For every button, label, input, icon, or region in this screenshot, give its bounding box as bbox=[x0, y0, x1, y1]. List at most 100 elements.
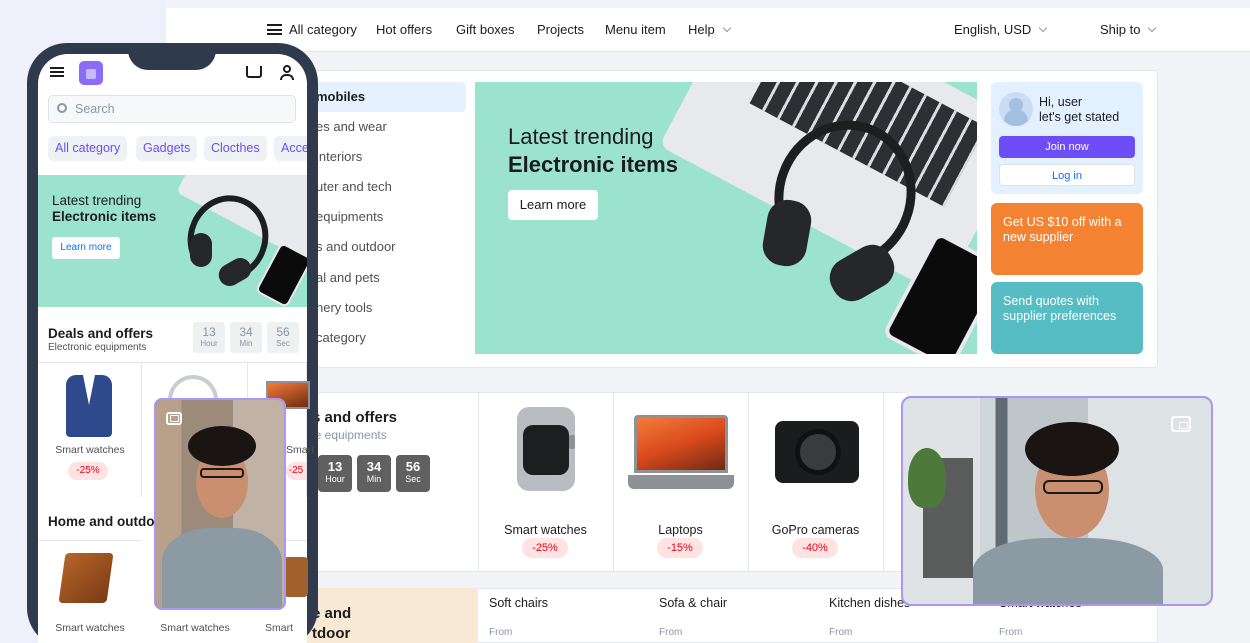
smartwatch-image bbox=[517, 407, 575, 491]
banner-line1: Latest trending bbox=[508, 124, 654, 149]
timer-value: 13 bbox=[327, 459, 343, 474]
category-item[interactable]: s and outdoor bbox=[296, 232, 466, 262]
chevron-down-icon bbox=[1148, 23, 1157, 33]
magazine-rack-image bbox=[58, 553, 114, 603]
nav-hot-offers[interactable]: Hot offers bbox=[376, 22, 432, 37]
timer-unit: Min bbox=[366, 474, 382, 484]
glasses bbox=[200, 468, 244, 478]
mobile-banner-line2: Electronic items bbox=[52, 209, 157, 224]
timer-seconds: 56 Sec bbox=[396, 455, 430, 492]
deal-name: Laptops bbox=[658, 523, 703, 537]
nav-menu-item[interactable]: Menu item bbox=[605, 22, 666, 37]
timer-unit: Sec bbox=[405, 474, 421, 484]
join-now-button[interactable]: Join now bbox=[999, 136, 1135, 158]
language-currency-select[interactable]: English, USD bbox=[954, 22, 1048, 37]
home-item-name[interactable]: Sofa & chair bbox=[659, 596, 727, 610]
chevron-down-icon bbox=[1039, 23, 1048, 33]
category-item[interactable]: category bbox=[296, 323, 466, 353]
language-label: English, USD bbox=[954, 22, 1032, 37]
mobile-home-item[interactable] bbox=[38, 540, 142, 630]
home-item-name[interactable]: Soft chairs bbox=[489, 596, 548, 610]
category-item[interactable]: mobiles bbox=[296, 82, 466, 112]
home-item-from: From bbox=[829, 627, 853, 638]
plant bbox=[908, 448, 946, 508]
blazer-image bbox=[66, 375, 112, 437]
user-icon[interactable] bbox=[280, 65, 294, 81]
mobile-video-call-window[interactable] bbox=[154, 398, 286, 610]
search-placeholder: Search bbox=[75, 102, 115, 116]
mobile-discount-badge: -25% bbox=[68, 462, 108, 480]
home-item-from: From bbox=[659, 627, 683, 638]
timer-value: 34 bbox=[239, 325, 253, 339]
timer-value: 56 bbox=[276, 325, 290, 339]
timer-value: 56 bbox=[405, 459, 421, 474]
home-item-name[interactable]: Kitchen dishes bbox=[829, 596, 910, 610]
cart-icon[interactable] bbox=[246, 66, 262, 78]
all-category-menu[interactable]: All category bbox=[267, 22, 357, 37]
mobile-home-title: Home and outdo bbox=[48, 514, 155, 529]
ship-to-select[interactable]: Ship to bbox=[1100, 22, 1157, 37]
laptop-image bbox=[634, 415, 728, 473]
mobile-home-item-name: Smart watches bbox=[55, 622, 125, 634]
deal-name: Smart watches bbox=[504, 523, 587, 537]
timer-unit: Sec bbox=[276, 339, 290, 348]
promo-card-quotes[interactable]: Send quotes with supplier preferences bbox=[991, 282, 1143, 354]
avatar bbox=[999, 92, 1033, 126]
all-category-label: All category bbox=[289, 22, 357, 37]
picture-in-picture-icon[interactable] bbox=[166, 412, 182, 425]
mobile-deal-name: Smart wa bbox=[286, 444, 316, 456]
video-call-window[interactable] bbox=[901, 396, 1213, 606]
hero-banner: Latest trending Electronic items Learn m… bbox=[475, 82, 977, 354]
deals-subtitle: ie equipments bbox=[312, 428, 387, 442]
headphone-cup bbox=[190, 233, 212, 267]
chip-clothes[interactable]: Clocthes bbox=[204, 136, 267, 161]
home-item-from: From bbox=[999, 627, 1023, 638]
timer-unit: Hour bbox=[200, 339, 218, 348]
discount-badge: -40% bbox=[792, 538, 838, 558]
home-item-from: From bbox=[489, 627, 513, 638]
camera-image bbox=[775, 421, 859, 483]
category-item[interactable]: uter and tech bbox=[296, 172, 466, 202]
chip-all-category[interactable]: All category bbox=[48, 136, 128, 161]
discount-badge: -15% bbox=[657, 538, 703, 558]
glasses bbox=[1043, 480, 1103, 494]
log-in-button[interactable]: Log in bbox=[999, 164, 1135, 186]
picture-in-picture-icon[interactable] bbox=[1171, 416, 1191, 432]
category-item[interactable]: nery tools bbox=[296, 293, 466, 323]
timer-value: 34 bbox=[366, 459, 382, 474]
promo-card-supplier[interactable]: Get US $10 off with a new supplier bbox=[991, 203, 1143, 275]
nav-gift-boxes[interactable]: Gift boxes bbox=[456, 22, 515, 37]
chip-accessories[interactable]: Acce bbox=[274, 136, 307, 161]
learn-more-button[interactable]: Learn more bbox=[508, 190, 598, 220]
chevron-down-icon bbox=[722, 23, 731, 33]
category-item[interactable]: interiors bbox=[296, 142, 466, 172]
mobile-discount-badge: -25 bbox=[286, 462, 306, 480]
mobile-search-input[interactable]: Search bbox=[48, 95, 296, 123]
mobile-deals-title: Deals and offers bbox=[48, 326, 154, 341]
category-item[interactable]: equipments bbox=[296, 202, 466, 232]
nav-projects[interactable]: Projects bbox=[537, 22, 584, 37]
mobile-timer-seconds: 56 Sec bbox=[267, 322, 299, 353]
timer-value: 13 bbox=[202, 325, 216, 339]
mobile-learn-more-button[interactable]: Learn more bbox=[52, 237, 120, 259]
category-item[interactable]: es and wear bbox=[296, 112, 466, 142]
person-shirt bbox=[973, 538, 1163, 604]
search-icon bbox=[57, 103, 67, 113]
menu-icon[interactable] bbox=[50, 67, 64, 77]
mobile-home-item-name: Smart watches bbox=[160, 622, 230, 634]
deal-name: GoPro cameras bbox=[771, 523, 860, 537]
brand-logo[interactable] bbox=[79, 61, 103, 85]
banner-line2: Electronic items bbox=[508, 152, 678, 177]
nav-help[interactable]: Help bbox=[688, 22, 731, 37]
person-shirt bbox=[162, 528, 282, 608]
mobile-timer-minutes: 34 Min bbox=[230, 322, 262, 353]
person-hair bbox=[188, 426, 256, 466]
timer-minutes: 34 Min bbox=[357, 455, 391, 492]
greeting-text: Hi, user bbox=[1039, 95, 1083, 109]
chip-gadgets[interactable]: Gadgets bbox=[136, 136, 198, 161]
mobile-deals-subtitle: Electronic equipments bbox=[48, 342, 147, 353]
category-item[interactable]: al and pets bbox=[296, 263, 466, 293]
mobile-banner-line1: Latest trending bbox=[52, 193, 142, 208]
home-title-line2: tdoor bbox=[312, 625, 351, 642]
furniture-image bbox=[284, 557, 308, 597]
